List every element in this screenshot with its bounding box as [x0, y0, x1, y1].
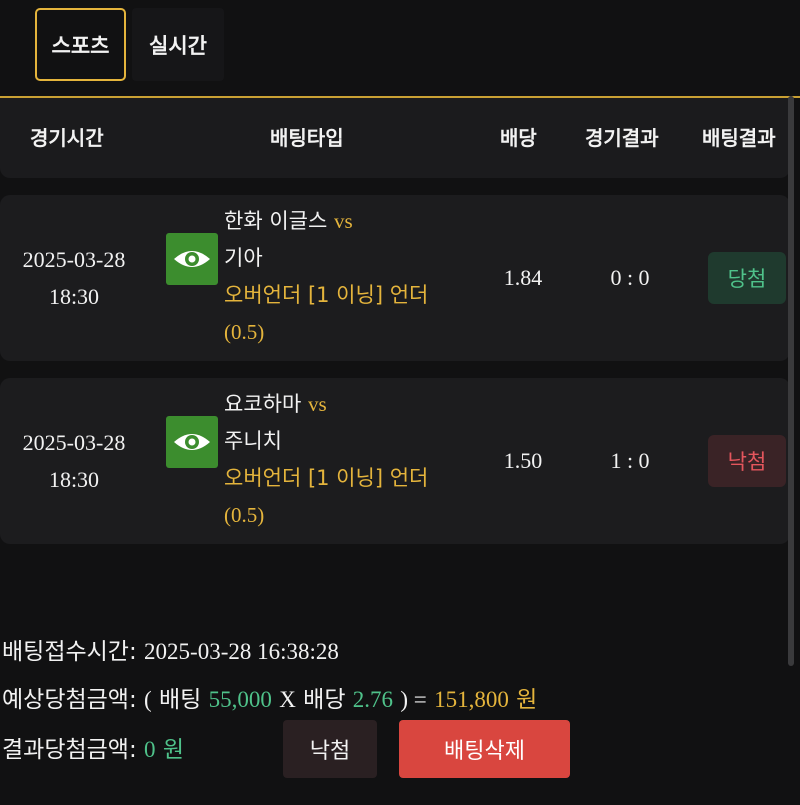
result-label: 결과당첨금액:	[2, 737, 137, 763]
tab-sports[interactable]: 스포츠	[35, 8, 126, 81]
expected-payout: 예상당첨금액: ( 배팅 55,000 X 배당 2.76 ) = 151,80…	[2, 680, 537, 714]
expected-label: 예상당첨금액:	[2, 687, 137, 713]
table-header: 경기시간 배팅타입 배당 경기결과 배팅결과	[0, 98, 790, 178]
bet-line: (0.5)	[224, 503, 265, 527]
odds-value: 1.84	[503, 265, 543, 290]
tab-bar: 스포츠 실시간	[0, 0, 800, 98]
bet-line: (0.5)	[224, 320, 265, 344]
game-clock: 18:30	[48, 284, 100, 309]
header-game-result: 경기결과	[585, 126, 659, 150]
bet-label: 배팅	[159, 687, 202, 713]
eye-icon[interactable]	[166, 416, 218, 468]
game-date: 2025-03-28	[22, 247, 126, 272]
expected-amount: 151,800	[434, 687, 509, 712]
times-sign: X	[279, 687, 296, 712]
odds-value: 1.50	[503, 448, 543, 473]
vs-label: vs	[307, 392, 327, 416]
game-date: 2025-03-28	[22, 430, 126, 455]
vs-label: vs	[333, 209, 353, 233]
scrollbar[interactable]	[788, 96, 794, 666]
result-amount: 0	[144, 737, 156, 762]
away-team: 기아	[224, 246, 263, 270]
close-eq: ) =	[400, 687, 427, 712]
tab-live[interactable]: 실시간	[132, 8, 224, 81]
result-payout: 결과당첨금액: 0 원	[2, 730, 184, 764]
table-row: 2025-03-28 18:30 요코하마 vs 주니치 오버언더 [1 이닝]…	[0, 378, 790, 544]
header-game-time: 경기시간	[30, 126, 104, 150]
result-button[interactable]: 낙첨	[283, 720, 377, 778]
delete-bet-button[interactable]: 배팅삭제	[399, 720, 570, 778]
game-time: 2025-03-28 18:30	[0, 241, 148, 315]
won-unit: 원	[516, 687, 538, 713]
total-odds: 2.76	[352, 687, 394, 712]
result-won-unit: 원	[162, 737, 185, 763]
received-time: 배팅접수시간: 2025-03-28 16:38:28	[2, 632, 339, 666]
result-badge: 낙첨	[708, 435, 786, 487]
header-odds: 배당	[500, 126, 537, 150]
bet-info: 한화 이글스 vs 기아 오버언더 [1 이닝] 언더 (0.5)	[224, 203, 474, 351]
bet-market: 오버언더 [1 이닝] 언더	[224, 466, 429, 490]
game-score: 1 : 0	[610, 448, 650, 473]
header-bet-result: 배팅결과	[702, 126, 776, 150]
odds-label: 배당	[303, 687, 346, 713]
game-time: 2025-03-28 18:30	[0, 424, 148, 498]
table-row: 2025-03-28 18:30 한화 이글스 vs 기아 오버언더 [1 이닝…	[0, 195, 790, 361]
game-score: 0 : 0	[610, 265, 650, 290]
received-label: 배팅접수시간:	[2, 639, 137, 665]
open-paren: (	[144, 687, 152, 712]
eye-icon[interactable]	[166, 233, 218, 285]
bet-amount: 55,000	[208, 687, 272, 712]
home-team: 한화 이글스	[224, 209, 328, 233]
bet-market: 오버언더 [1 이닝] 언더	[224, 283, 429, 307]
game-clock: 18:30	[48, 467, 100, 492]
away-team: 주니치	[224, 429, 282, 453]
bet-info: 요코하마 vs 주니치 오버언더 [1 이닝] 언더 (0.5)	[224, 386, 474, 534]
header-bet-type: 배팅타입	[270, 126, 344, 150]
received-value: 2025-03-28 16:38:28	[144, 639, 339, 664]
result-badge: 당첨	[708, 252, 786, 304]
home-team: 요코하마	[224, 392, 302, 416]
